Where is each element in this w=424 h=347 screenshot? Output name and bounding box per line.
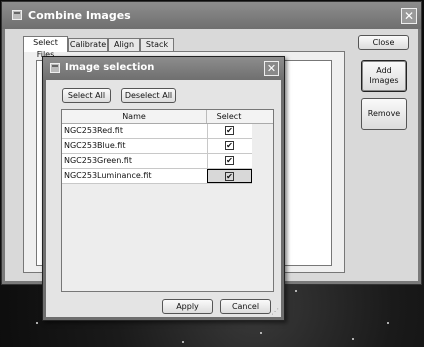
dialog-client-area: Select All Deselect All Name Select NGC2… — [46, 80, 281, 317]
star — [182, 341, 184, 343]
window-icon — [12, 10, 22, 20]
select-cell[interactable]: ✔ — [207, 154, 252, 168]
window-icon — [50, 63, 60, 73]
close-icon[interactable]: ✕ — [264, 61, 279, 76]
column-header-name[interactable]: Name — [62, 110, 207, 123]
checkbox-icon[interactable]: ✔ — [225, 126, 234, 135]
close-icon[interactable]: ✕ — [401, 8, 417, 24]
select-all-button[interactable]: Select All — [62, 88, 111, 103]
tab-calibrate[interactable]: Calibrate — [68, 38, 108, 51]
star — [387, 322, 389, 324]
window-title: Combine Images — [28, 9, 131, 22]
add-images-button[interactable]: Add Images — [361, 60, 407, 92]
image-name: NGC253Green.fit — [64, 156, 132, 165]
table-row[interactable]: NGC253Blue.fit ✔ — [62, 139, 252, 154]
checkbox-icon[interactable]: ✔ — [225, 141, 234, 150]
table-row[interactable]: NGC253Red.fit ✔ — [62, 124, 252, 139]
star — [36, 322, 38, 324]
title-bar[interactable]: Combine Images ✕ — [2, 2, 421, 29]
column-header-select[interactable]: Select — [207, 110, 251, 123]
select-cell[interactable]: ✔ — [207, 139, 252, 153]
select-cell[interactable]: ✔ — [207, 124, 252, 138]
checkbox-icon[interactable]: ✔ — [225, 156, 234, 165]
table-row[interactable]: NGC253Luminance.fit ✔ — [62, 169, 252, 184]
close-button[interactable]: Close — [358, 35, 409, 50]
grid-header: Name Select — [62, 110, 273, 124]
dialog-title: Image selection — [65, 62, 155, 73]
deselect-all-button[interactable]: Deselect All — [121, 88, 176, 103]
tab-stack[interactable]: Stack — [140, 38, 174, 51]
apply-button[interactable]: Apply — [162, 299, 213, 314]
checkbox-icon[interactable]: ✔ — [225, 172, 234, 181]
resize-grip[interactable]: ⋰ — [271, 307, 279, 316]
tab-align[interactable]: Align — [108, 38, 140, 51]
star — [260, 332, 262, 334]
image-name: NGC253Blue.fit — [64, 141, 126, 150]
star — [295, 290, 297, 292]
remove-button[interactable]: Remove — [361, 98, 407, 130]
cancel-button[interactable]: Cancel — [220, 299, 271, 314]
select-cell[interactable]: ✔ — [207, 169, 252, 183]
tab-select-files[interactable]: Select Files — [23, 36, 68, 59]
star — [352, 338, 354, 340]
dialog-title-bar[interactable]: Image selection ✕ — [43, 57, 284, 80]
table-row[interactable]: NGC253Green.fit ✔ — [62, 154, 252, 169]
image-grid: Name Select NGC253Red.fit ✔ NGC253Blue.f… — [61, 109, 274, 292]
image-selection-dialog: Image selection ✕ Select All Deselect Al… — [42, 56, 285, 321]
image-name: NGC253Luminance.fit — [64, 171, 152, 180]
image-name: NGC253Red.fit — [64, 126, 123, 135]
